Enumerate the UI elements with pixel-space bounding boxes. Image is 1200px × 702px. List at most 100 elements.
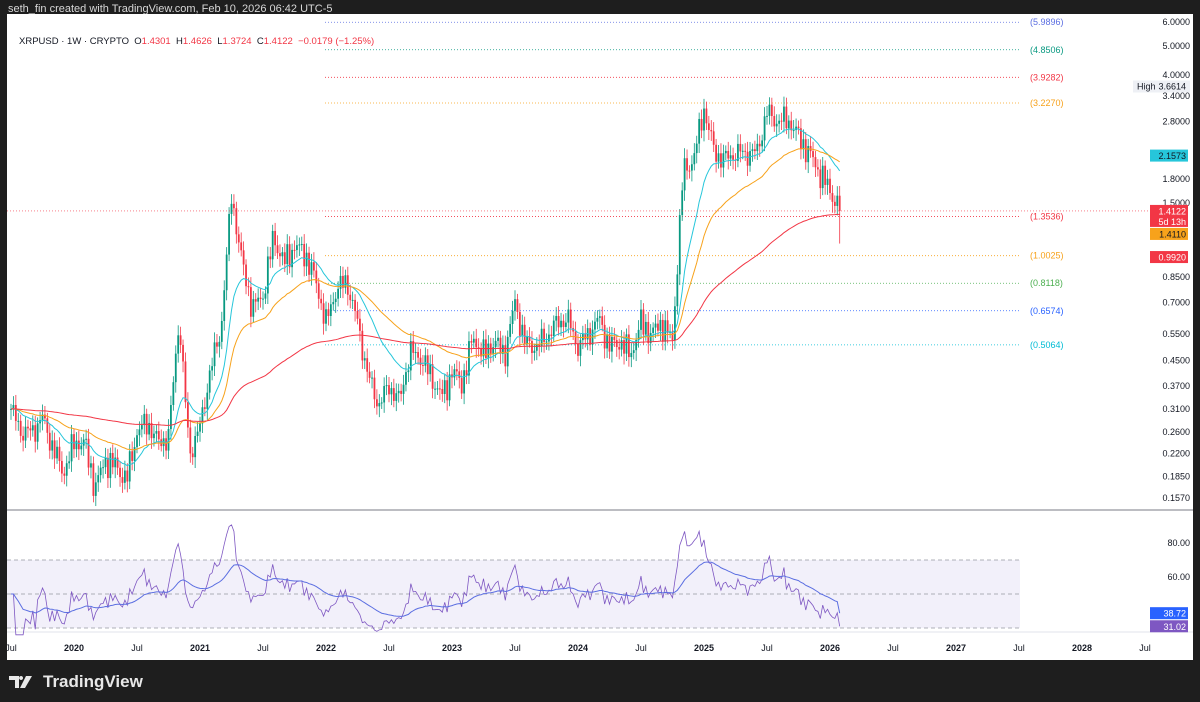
candle-body — [228, 213, 230, 255]
time-tick: 2021 — [190, 643, 210, 653]
candle-body — [426, 355, 429, 375]
candle-body — [824, 165, 827, 185]
high-marker-value: 3.6614 — [1158, 82, 1186, 92]
candle-body — [298, 244, 301, 246]
candle-body — [766, 115, 768, 117]
tradingview-logo[interactable]: TradingView — [9, 672, 143, 692]
candle-body — [611, 336, 613, 352]
candle-body — [579, 340, 582, 356]
candle-body — [405, 372, 407, 385]
candle-body — [252, 299, 255, 317]
candle-body — [293, 249, 296, 251]
candle-body — [509, 323, 512, 337]
candle-body — [136, 435, 138, 448]
candle-body — [70, 434, 73, 462]
candle-body — [383, 386, 386, 403]
candle-body — [724, 150, 727, 154]
candle-body — [109, 452, 112, 479]
candle-body — [242, 250, 245, 265]
candle-body — [283, 252, 286, 265]
time-tick: 2027 — [946, 643, 966, 653]
candle-body — [533, 350, 536, 353]
candle-body — [792, 130, 795, 132]
brand-name: TradingView — [43, 672, 143, 691]
candle-body — [400, 390, 403, 394]
candle-body — [446, 380, 449, 401]
candle-body — [688, 170, 691, 172]
candle-body — [354, 299, 356, 311]
candle-body — [690, 164, 693, 171]
candle-body — [254, 299, 257, 302]
close-value: 1.4122 — [263, 36, 293, 47]
candle-body — [703, 108, 705, 131]
open-value: 1.4301 — [141, 36, 171, 47]
candle-body — [77, 440, 80, 450]
candle-body — [371, 377, 373, 379]
candle-body — [739, 143, 742, 152]
candle-body — [174, 353, 177, 383]
candle-body — [620, 340, 623, 350]
candle-body — [778, 120, 781, 124]
candle-body — [36, 423, 39, 442]
time-tick: Jul — [7, 643, 17, 653]
candle-body — [642, 309, 645, 335]
chart-svg[interactable]: 6.00005.00004.00003.40002.80001.80001.50… — [7, 14, 1193, 660]
candle-body — [749, 151, 751, 166]
candle-body — [761, 140, 764, 147]
candle-body — [276, 245, 279, 254]
symbol[interactable]: XRPUSD · 1W · CRYPTO — [19, 36, 129, 47]
candle-body — [753, 149, 756, 152]
candle-body — [235, 208, 238, 235]
candle-body — [712, 131, 715, 145]
candle-body — [92, 463, 95, 496]
candle-body — [424, 355, 427, 366]
candle-body — [27, 426, 29, 429]
candle-body — [216, 342, 218, 347]
candle-body — [308, 252, 310, 275]
candle-body — [259, 297, 262, 300]
price-tick: 1.8000 — [1162, 174, 1190, 184]
candle-body — [729, 155, 732, 159]
time-tick: 2020 — [64, 643, 84, 653]
candle-body — [230, 203, 233, 214]
price-tag-label: 1.4110 — [1159, 229, 1186, 239]
candle-body — [385, 385, 388, 387]
candle-body — [518, 311, 521, 336]
candle-body — [523, 324, 526, 345]
ma-fast-line — [10, 128, 841, 467]
fib-level-label: (1.3536) — [1030, 211, 1064, 221]
price-tick: 0.5500 — [1162, 329, 1190, 339]
candle-body — [22, 435, 25, 441]
time-tick: Jul — [131, 643, 143, 653]
candle-body — [613, 336, 616, 341]
candle-body — [511, 310, 514, 324]
candle-body — [567, 309, 570, 323]
chart-panel[interactable]: 6.0000 5.0000 4.0000 3.4000 2.8000 1.8000 1.50… — [7, 14, 1193, 660]
candle-body — [661, 319, 664, 342]
candle-body — [97, 475, 100, 483]
price-tick: 5.0000 — [1162, 41, 1190, 51]
ma-mid-line — [10, 148, 840, 451]
candle-body — [65, 463, 68, 476]
candle-body — [121, 477, 124, 483]
candle-body — [322, 303, 325, 324]
candle-body — [85, 438, 88, 440]
candle-body — [99, 467, 102, 476]
candle-body — [770, 104, 773, 117]
candle-body — [199, 423, 201, 432]
time-tick: Jul — [509, 643, 521, 653]
candle-body — [73, 434, 75, 450]
candle-body — [562, 320, 565, 327]
candle-body — [237, 234, 240, 243]
candle-body — [700, 118, 703, 131]
candle-body — [470, 341, 473, 343]
price-tick: 0.8500 — [1162, 272, 1190, 282]
candle-body — [138, 429, 141, 436]
candle-body — [819, 169, 822, 189]
candle-body — [683, 158, 686, 191]
candle-body — [836, 195, 839, 206]
candle-body — [119, 467, 121, 478]
candle-body — [140, 425, 143, 430]
h-label: H — [176, 36, 183, 47]
fib-level-label: (5.9896) — [1030, 17, 1064, 27]
